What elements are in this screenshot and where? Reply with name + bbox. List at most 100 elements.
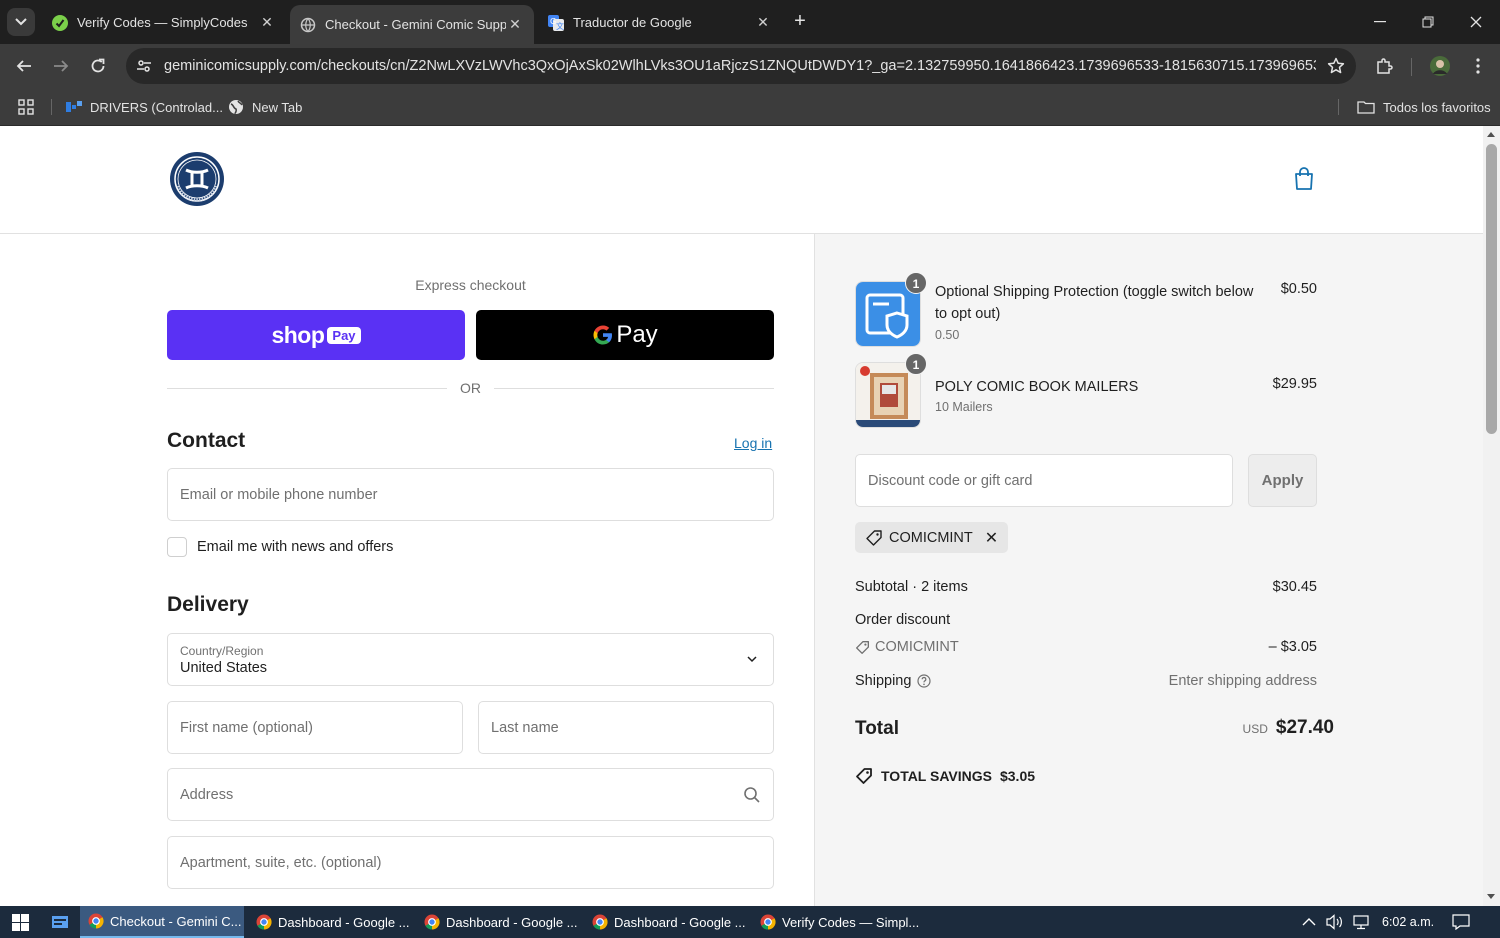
reload-icon [91,58,105,73]
line-item: 1 Optional Shipping Protection (toggle s… [855,272,1317,351]
newsletter-checkbox[interactable] [167,537,187,557]
taskbar-app-dashboard[interactable]: Dashboard - Google ... [584,906,748,938]
apartment-placeholder: Apartment, suite, etc. (optional) [180,855,382,871]
close-icon [1470,16,1482,28]
savings-label: TOTAL SAVINGS [881,768,992,784]
taskbar-app-dashboard[interactable]: Dashboard - Google ... [416,906,580,938]
simplycodes-favicon-icon [52,14,68,31]
total-label: Total [855,718,899,739]
apply-discount-button[interactable]: Apply [1248,454,1317,507]
task-view-button[interactable] [44,906,76,938]
cart-button[interactable] [1293,167,1315,191]
reload-button[interactable] [86,54,110,78]
shop-pay-button[interactable]: shop Pay [167,310,465,360]
taskbar-app-checkout[interactable]: Checkout - Gemini C... [80,906,244,938]
delivery-heading: Delivery [167,593,249,616]
all-bookmarks-button[interactable]: Todos los favoritos [1357,96,1491,118]
shipping-value: Enter shipping address [1168,673,1317,689]
apps-button[interactable] [18,96,42,118]
applied-code-text: COMICMINT [889,529,973,546]
applied-code-chip: COMICMINT ✕ [855,522,1009,553]
last-name-field[interactable]: Last name [478,701,774,754]
order-discount-row: Order discount [855,612,1317,632]
line-item: 1 POLY COMIC BOOK MAILERS 10 Mailers $29… [855,353,1317,432]
tab-checkout[interactable]: Checkout - Gemini Comic Supp ✕ [290,5,534,44]
address-bar[interactable]: geminicomicsupply.com/checkouts/cn/Z2NwL… [126,48,1356,84]
bookmark-new-tab[interactable]: New Tab [228,96,302,118]
google-g-icon [593,325,613,345]
browser-toolbar: geminicomicsupply.com/checkouts/cn/Z2NwL… [0,44,1500,88]
shipping-row: Shipping Enter shipping address [855,673,1317,693]
tab-verify-codes[interactable]: Verify Codes — SimplyCodes ✕ [42,5,286,40]
close-window-button[interactable] [1452,0,1500,44]
product-name: Optional Shipping Protection (toggle swi… [935,284,1254,322]
chevron-down-icon [747,656,757,663]
last-name-placeholder: Last name [491,720,559,736]
discount-code-input[interactable]: Discount code or gift card [855,454,1233,507]
tab-google-translate[interactable]: G文 Traductor de Google ✕ [538,5,782,40]
savings-value: $3.05 [999,768,1036,784]
extensions-button[interactable] [1372,54,1396,78]
apartment-field[interactable]: Apartment, suite, etc. (optional) [167,836,774,889]
newsletter-label: Email me with news and offers [197,539,394,555]
contact-heading: Contact [167,429,246,452]
gemini-logo-icon [170,152,224,206]
google-pay-button[interactable]: Pay [476,310,774,360]
browser-menu-button[interactable] [1466,54,1490,78]
country-label: Country/Region [180,644,264,658]
remove-code-icon[interactable]: ✕ [985,528,998,548]
new-tab-button[interactable]: + [788,10,812,34]
taskbar-app-dashboard[interactable]: Dashboard - Google ... [248,906,412,938]
discount-code-label: COMICMINT [855,639,959,655]
country-value: United States [180,660,268,676]
profile-avatar[interactable] [1428,54,1452,78]
address-placeholder: Address [180,787,234,803]
minimize-button[interactable] [1356,0,1404,44]
chevron-up-icon[interactable] [1302,917,1316,927]
chrome-icon [592,914,608,930]
subtotal-row: Subtotal · 2 items $30.45 [855,579,1317,599]
toolbar-divider [1411,58,1412,76]
folder-icon [1357,101,1375,114]
first-name-field[interactable]: First name (optional) [167,701,463,754]
close-tab-icon[interactable]: ✕ [754,14,772,31]
tag-icon [856,640,869,654]
volume-icon[interactable] [1326,914,1344,930]
discount-code-text: COMICMINT [875,639,959,655]
or-divider: OR [167,380,774,398]
email-field[interactable]: Email or mobile phone number [167,468,774,521]
product-price: $0.50 [1280,281,1317,297]
start-button[interactable] [0,906,40,938]
close-tab-icon[interactable]: ✕ [506,16,524,33]
tab-search-button[interactable] [7,8,35,36]
clock[interactable]: 6:02 a.m. [1382,915,1434,929]
newsletter-option[interactable]: Email me with news and offers [167,537,393,557]
bookmark-star-icon[interactable] [1316,57,1356,75]
bookmarks-divider [1338,99,1339,115]
notifications-icon[interactable] [1452,914,1470,930]
network-icon[interactable] [1352,914,1370,930]
address-field[interactable]: Address [167,768,774,821]
page-scrollbar[interactable] [1483,126,1500,906]
store-logo[interactable] [168,150,226,208]
forward-button[interactable] [49,54,73,78]
scroll-up-arrow-icon[interactable] [1487,132,1495,137]
restore-button[interactable] [1404,0,1452,44]
scrollbar-thumb[interactable] [1486,144,1497,434]
shopping-bag-icon [1295,167,1313,190]
login-link[interactable]: Log in [734,435,772,451]
help-circle-icon[interactable] [917,674,932,688]
bookmarks-bar: DRIVERS (Controlad... New Tab Todos los … [0,88,1500,126]
taskbar-app-verify-codes[interactable]: Verify Codes — Simpl... [752,906,919,938]
bookmark-drivers[interactable]: DRIVERS (Controlad... [66,96,223,118]
close-tab-icon[interactable]: ✕ [258,14,276,31]
site-info-icon[interactable] [126,58,162,74]
product-variant: 10 Mailers [935,400,993,414]
taskbar-app-label: Checkout - Gemini C... [110,913,242,929]
all-bookmarks-label: Todos los favoritos [1383,99,1491,115]
chevron-down-icon [15,18,27,26]
scroll-down-arrow-icon[interactable] [1487,894,1495,899]
email-placeholder: Email or mobile phone number [180,487,378,503]
country-select[interactable]: Country/Region United States [167,633,774,686]
back-button[interactable] [12,54,36,78]
